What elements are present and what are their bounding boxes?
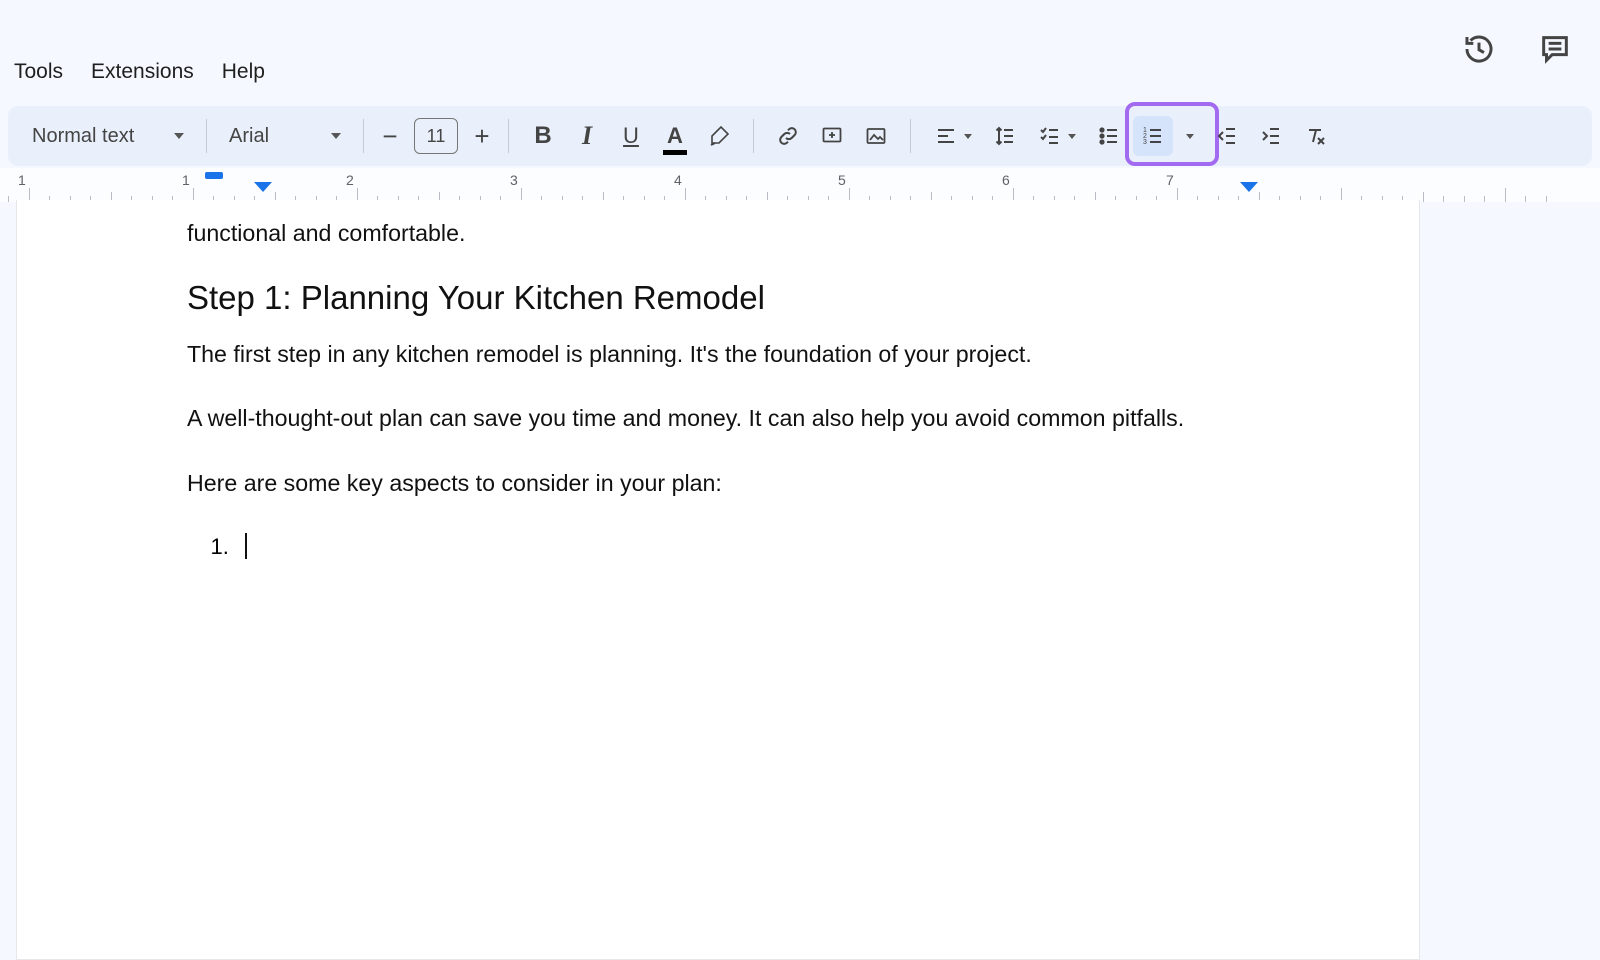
svg-text:3: 3 — [1143, 139, 1147, 146]
italic-button[interactable]: I — [567, 116, 607, 156]
menu-help[interactable]: Help — [222, 60, 265, 84]
increase-indent-button[interactable] — [1251, 116, 1291, 156]
styles-dropdown[interactable]: Normal text — [22, 116, 194, 156]
toolbar: Normal text Arial − 11 + B I U A — [8, 106, 1592, 166]
ruler[interactable]: 11234567 — [0, 168, 1600, 202]
comment-icon[interactable] — [1538, 32, 1572, 66]
font-size-increase[interactable]: + — [468, 121, 496, 152]
highlight-color-button[interactable] — [699, 116, 739, 156]
font-label: Arial — [229, 125, 269, 148]
font-size-decrease[interactable]: − — [376, 121, 404, 152]
insert-link-button[interactable] — [768, 116, 808, 156]
left-indent-icon[interactable] — [254, 182, 272, 192]
underline-button[interactable]: U — [611, 116, 651, 156]
text-color-button[interactable]: A — [655, 116, 695, 156]
paragraph: A well-thought-out plan can save you tim… — [187, 403, 1249, 434]
right-indent-icon[interactable] — [1240, 182, 1258, 192]
align-button[interactable] — [925, 116, 981, 156]
font-size-input[interactable]: 11 — [414, 118, 458, 154]
line-spacing-button[interactable] — [985, 116, 1025, 156]
paragraph: The first step in any kitchen remodel is… — [187, 339, 1249, 370]
document-page[interactable]: functional and comfortable. Step 1: Plan… — [16, 200, 1420, 960]
list-item — [235, 533, 1249, 560]
font-dropdown[interactable]: Arial — [219, 116, 351, 156]
bulleted-list-button[interactable] — [1089, 116, 1129, 156]
styles-label: Normal text — [32, 125, 134, 148]
numbered-list-button[interactable]: 1 2 3 — [1133, 116, 1173, 156]
menubar: Tools Extensions Help — [14, 60, 265, 84]
text-cursor-icon — [245, 533, 247, 559]
insert-image-button[interactable] — [856, 116, 896, 156]
checklist-button[interactable] — [1029, 116, 1085, 156]
history-icon[interactable] — [1462, 32, 1496, 66]
decrease-indent-button[interactable] — [1207, 116, 1247, 156]
numbered-list-dropdown[interactable] — [1177, 116, 1203, 156]
first-line-indent-icon[interactable] — [205, 172, 223, 179]
add-comment-button[interactable] — [812, 116, 852, 156]
paragraph: Here are some key aspects to consider in… — [187, 468, 1249, 499]
menu-tools[interactable]: Tools — [14, 60, 63, 84]
paragraph: functional and comfortable. — [187, 218, 1249, 249]
clear-formatting-button[interactable] — [1295, 116, 1335, 156]
heading-step1: Step 1: Planning Your Kitchen Remodel — [187, 279, 1249, 317]
bold-button[interactable]: B — [523, 116, 563, 156]
menu-extensions[interactable]: Extensions — [91, 60, 194, 84]
